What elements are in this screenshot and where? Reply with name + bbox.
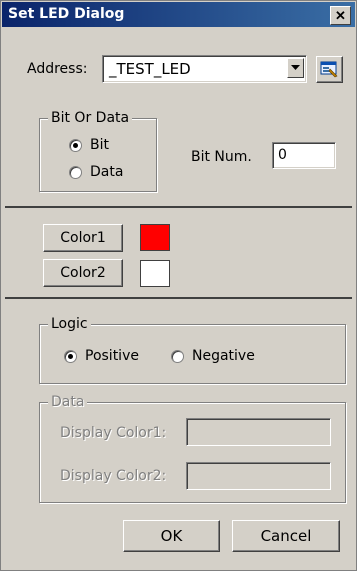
radio-bit-indicator[interactable] (69, 138, 82, 152)
color1-button[interactable]: Color1 (43, 224, 123, 252)
set-led-dialog: Set LED Dialog ✕ Address: _TEST_LED Bit … (0, 0, 357, 571)
radio-positive-indicator[interactable] (64, 349, 77, 363)
address-label: Address: (27, 61, 88, 77)
chevron-down-icon (291, 65, 300, 70)
tag-browse-button[interactable] (316, 56, 343, 83)
display-color2-field (186, 462, 331, 490)
close-icon: ✕ (335, 8, 346, 23)
separator-bottom (5, 297, 352, 299)
radio-negative[interactable]: Negative (171, 348, 255, 364)
address-value: _TEST_LED (109, 60, 191, 78)
ok-button[interactable]: OK (123, 520, 220, 552)
radio-negative-label: Negative (192, 348, 255, 364)
cancel-button[interactable]: Cancel (232, 520, 340, 552)
bit-num-value: 0 (278, 147, 287, 163)
radio-negative-indicator[interactable] (171, 349, 184, 363)
display-color1-field (186, 418, 331, 446)
radio-data-indicator[interactable] (69, 165, 82, 179)
radio-positive-label: Positive (85, 348, 139, 364)
address-combobox[interactable]: _TEST_LED (102, 55, 307, 83)
display-color2-label: Display Color2: (60, 468, 167, 484)
logic-group-title: Logic (48, 316, 91, 332)
bit-or-data-group: Bit Or Data (39, 110, 157, 192)
display-color1-label: Display Color1: (60, 425, 167, 441)
radio-positive[interactable]: Positive (64, 348, 139, 364)
close-button[interactable]: ✕ (330, 6, 351, 25)
bit-num-input[interactable]: 0 (272, 142, 336, 169)
address-dropdown-button[interactable] (287, 58, 304, 78)
radio-bit[interactable]: Bit (69, 137, 109, 153)
radio-data-label: Data (90, 164, 124, 180)
data-group-title: Data (48, 394, 88, 410)
tag-browse-icon (320, 61, 338, 77)
color2-swatch (140, 260, 170, 287)
color1-swatch (140, 224, 170, 251)
bit-or-data-group-title: Bit Or Data (48, 110, 133, 126)
dialog-title: Set LED Dialog (8, 6, 125, 22)
radio-data[interactable]: Data (69, 164, 123, 180)
radio-bit-label: Bit (90, 137, 109, 153)
color2-button[interactable]: Color2 (43, 259, 123, 287)
separator-top (5, 206, 352, 208)
bit-num-label: Bit Num. (191, 149, 252, 165)
title-bar: Set LED Dialog ✕ (2, 2, 355, 27)
